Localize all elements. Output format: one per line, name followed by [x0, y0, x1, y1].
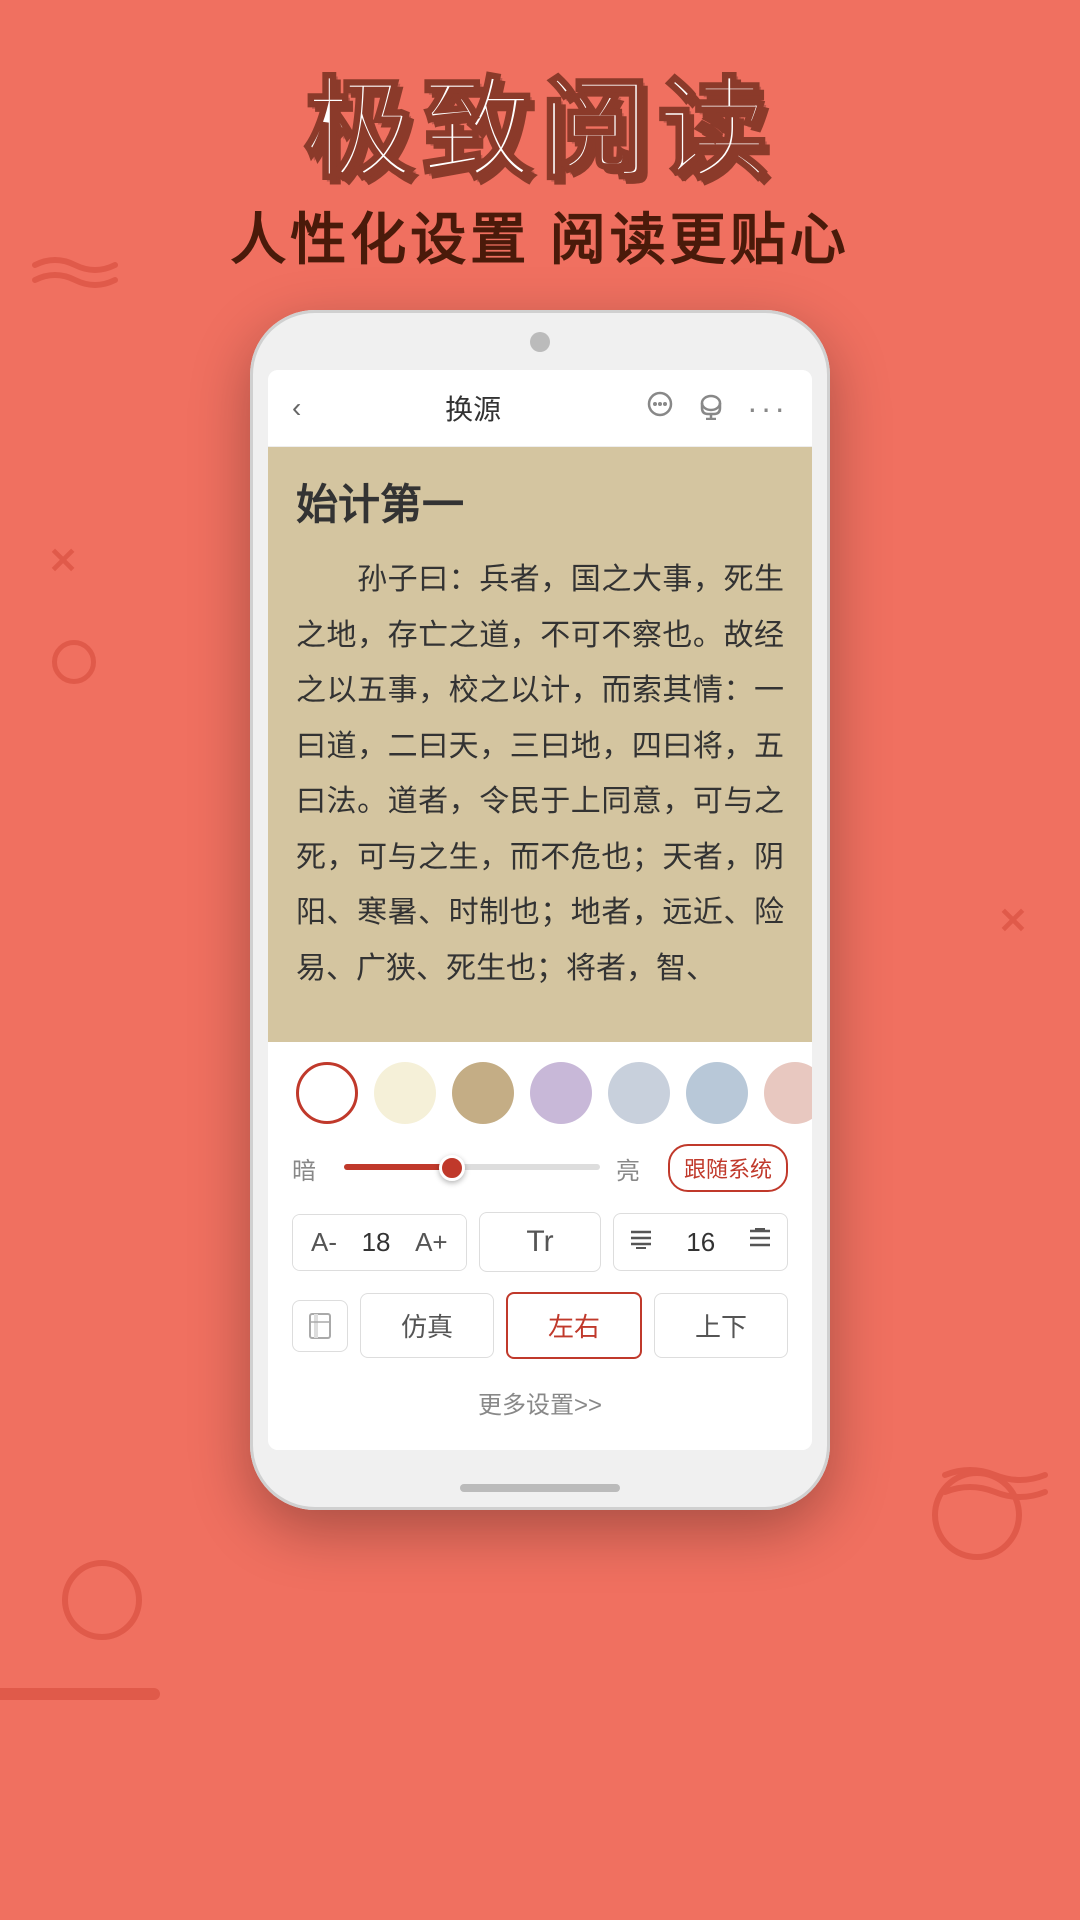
horizontal-mode-button[interactable]: 左右	[506, 1292, 642, 1359]
font-decrease-button[interactable]: A-	[293, 1215, 355, 1270]
color-swatch-cream[interactable]	[374, 1062, 436, 1124]
more-settings-link[interactable]: 更多设置>>	[292, 1375, 788, 1430]
light-label: 亮	[616, 1151, 652, 1186]
reading-area: 始计第一 孙子曰：兵者，国之大事，死生之地，存亡之道，不可不察也。故经之以五事，…	[268, 447, 812, 1042]
topbar-icons: ···	[645, 390, 788, 427]
decor-circle-2	[62, 1560, 142, 1640]
settings-panel: 暗 亮 跟随系统 A- 18 A+ Tr	[268, 1042, 812, 1450]
line-decrease-icon[interactable]	[614, 1214, 668, 1270]
brightness-slider[interactable]	[344, 1164, 600, 1172]
decor-x-2: ✕	[998, 900, 1028, 942]
page-mode-row: 仿真 左右 上下	[292, 1292, 788, 1359]
back-button[interactable]: ‹	[292, 392, 301, 424]
color-row	[292, 1062, 788, 1124]
phone-home-bar	[460, 1484, 620, 1492]
color-swatch-lightblue[interactable]	[686, 1062, 748, 1124]
font-size-control: A- 18 A+	[292, 1214, 467, 1271]
font-style-button[interactable]: Tr	[479, 1212, 602, 1272]
audio-icon[interactable]	[695, 390, 727, 427]
decor-x-1: ✕	[48, 540, 78, 582]
brightness-row: 暗 亮 跟随系统	[292, 1144, 788, 1192]
color-swatch-white[interactable]	[296, 1062, 358, 1124]
page-subtitle: 人性化设置 阅读更贴心	[0, 195, 1080, 276]
font-style-icon: Tr	[506, 1213, 573, 1271]
chapter-title: 始计第一	[296, 471, 784, 532]
simulation-mode-button[interactable]: 仿真	[360, 1293, 494, 1358]
font-row: A- 18 A+ Tr 16	[292, 1212, 788, 1272]
decor-circle-3	[932, 1470, 1022, 1560]
color-swatch-tan[interactable]	[452, 1062, 514, 1124]
phone-screen: ‹ 换源	[268, 370, 812, 1450]
color-swatch-lightbluegray[interactable]	[608, 1062, 670, 1124]
decor-wave-2	[940, 1460, 1060, 1520]
phone-mockup: ‹ 换源	[250, 310, 830, 1510]
comment-icon[interactable]	[645, 390, 675, 427]
font-increase-button[interactable]: A+	[397, 1215, 466, 1270]
color-swatch-lavender[interactable]	[530, 1062, 592, 1124]
system-follow-button[interactable]: 跟随系统	[668, 1144, 788, 1192]
top-bar: ‹ 换源	[268, 370, 812, 447]
color-swatch-pink[interactable]	[764, 1062, 812, 1124]
reading-text: 孙子曰：兵者，国之大事，死生之地，存亡之道，不可不察也。故经之以五事，校之以计，…	[296, 552, 784, 996]
decor-circle-1	[52, 640, 96, 684]
line-spacing-control: 16	[613, 1213, 788, 1271]
more-icon[interactable]: ···	[747, 390, 788, 427]
vertical-mode-button[interactable]: 上下	[654, 1293, 788, 1358]
decor-stripe-1	[0, 1688, 160, 1700]
line-increase-icon[interactable]	[733, 1214, 787, 1270]
phone-camera	[530, 332, 550, 352]
line-spacing-value: 16	[668, 1215, 733, 1270]
font-size-value: 18	[355, 1215, 397, 1270]
dark-label: 暗	[292, 1151, 328, 1186]
scroll-mode-icon	[292, 1300, 348, 1352]
page-title: 极致阅读	[0, 40, 1080, 200]
topbar-title[interactable]: 换源	[445, 388, 501, 428]
